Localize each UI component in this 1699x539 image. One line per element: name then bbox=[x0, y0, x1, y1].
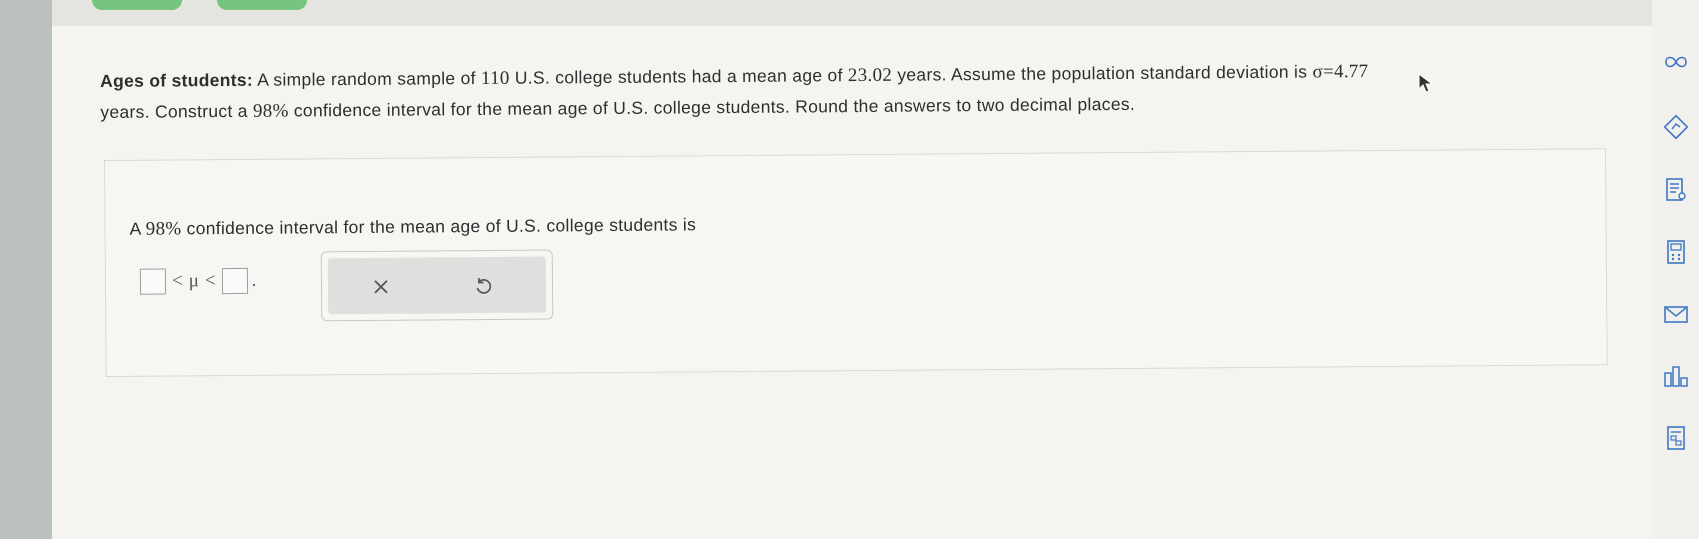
question-text-part: U.S. college students had a mean age of bbox=[514, 65, 843, 88]
prompt-confidence: 98% bbox=[145, 218, 182, 240]
answer-toolbox bbox=[320, 249, 554, 322]
population-sd: σ=4.77 bbox=[1312, 61, 1369, 83]
sample-size: 110 bbox=[480, 67, 510, 90]
less-than-symbol: < bbox=[171, 270, 183, 292]
period: . bbox=[251, 269, 257, 291]
interval-equation: < μ < . bbox=[139, 266, 257, 297]
mail-icon[interactable] bbox=[1662, 300, 1690, 328]
prompt-text: confidence interval for the mean age of … bbox=[186, 214, 697, 239]
prompt-text: A bbox=[129, 218, 141, 239]
less-than-symbol: < bbox=[204, 270, 216, 292]
answer-panel: A 98% confidence interval for the mean a… bbox=[104, 148, 1608, 377]
lightbulb-icon[interactable] bbox=[1662, 113, 1690, 141]
mouse-cursor-icon bbox=[1418, 72, 1434, 93]
top-bar bbox=[52, 0, 1652, 26]
confidence-level: 98% bbox=[252, 100, 289, 122]
question-text-part: years. Assume the population standard de… bbox=[897, 61, 1308, 85]
top-tab-right[interactable] bbox=[217, 0, 307, 10]
lower-bound-input[interactable] bbox=[139, 268, 167, 295]
undo-icon bbox=[476, 278, 492, 294]
textbook-icon[interactable] bbox=[1662, 176, 1690, 204]
question-text: Ages of students: A simple random sample… bbox=[100, 54, 1600, 128]
undo-button[interactable] bbox=[468, 271, 498, 301]
top-tab-left[interactable] bbox=[92, 0, 182, 10]
formula-sheet-icon[interactable] bbox=[1662, 424, 1690, 452]
stats-icon[interactable] bbox=[1662, 362, 1690, 390]
question-title: Ages of students: bbox=[100, 69, 254, 91]
clear-button[interactable] bbox=[366, 272, 396, 302]
question-text-part: years. Construct a bbox=[100, 100, 248, 122]
mu-symbol: μ bbox=[188, 270, 199, 292]
infinity-icon[interactable] bbox=[1662, 48, 1690, 76]
left-margin bbox=[0, 0, 52, 539]
calculator-icon[interactable] bbox=[1662, 238, 1690, 266]
question-text-part: A simple random sample of bbox=[257, 68, 476, 90]
answer-prompt: A 98% confidence interval for the mean a… bbox=[129, 214, 696, 240]
sample-mean: 23.02 bbox=[847, 64, 893, 87]
toolbox-inner bbox=[327, 256, 547, 315]
question-text-part: confidence interval for the mean age of … bbox=[293, 93, 1136, 121]
upper-bound-input[interactable] bbox=[221, 267, 248, 295]
right-tool-rail bbox=[1652, 0, 1699, 539]
close-icon bbox=[374, 280, 388, 294]
